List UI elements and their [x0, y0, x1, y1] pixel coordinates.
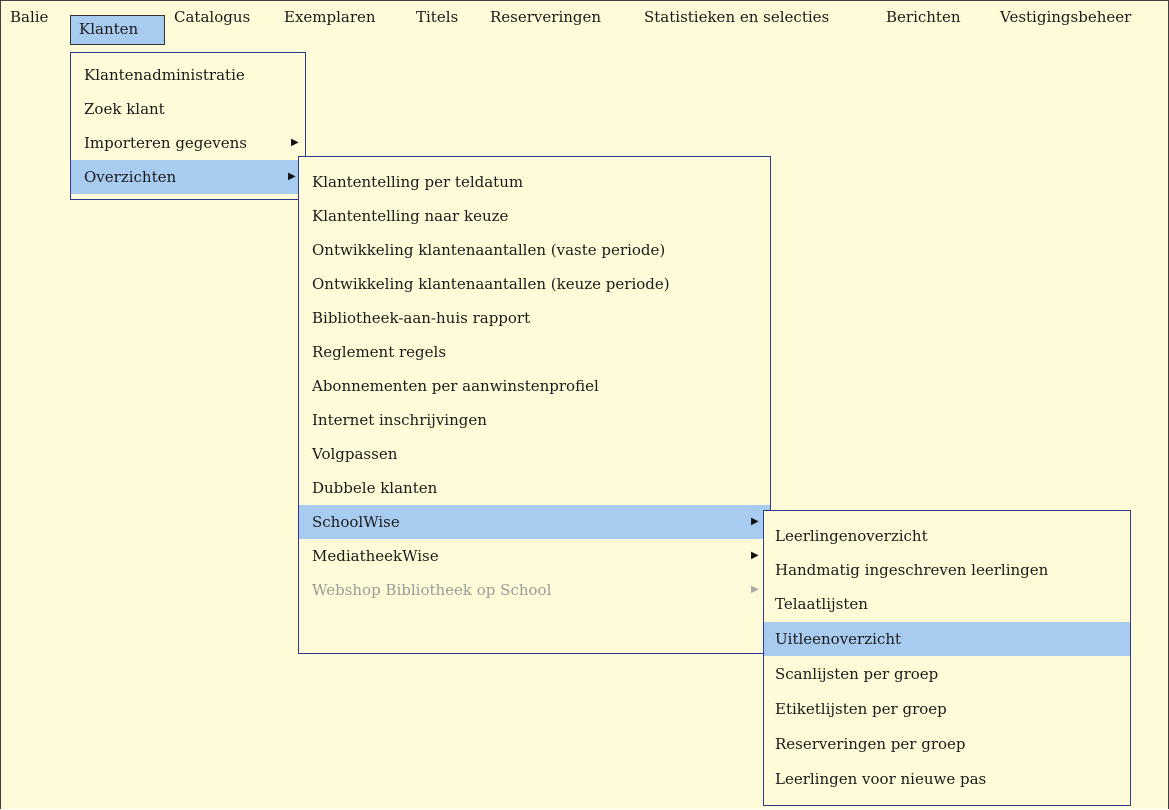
menu-item-label: Etiketlijsten per groep [775, 700, 947, 718]
klanten-dropdown: Klantenadministratie Zoek klant Importer… [70, 52, 306, 200]
menu-vestigingsbeheer[interactable]: Vestigingsbeheer [1000, 1, 1131, 35]
menu-statistieken[interactable]: Statistieken en selecties [644, 1, 829, 35]
menu-item-klantenadministratie[interactable]: Klantenadministratie [71, 58, 305, 92]
menu-item-label: Ontwikkeling klantenaantallen (vaste per… [312, 241, 666, 259]
menu-item-label: Uitleenoverzicht [775, 630, 902, 648]
menu-catalogus-label: Catalogus [174, 8, 251, 26]
menu-item-ontwikkeling-vaste[interactable]: Ontwikkeling klantenaantallen (vaste per… [299, 233, 770, 267]
menu-exemplaren[interactable]: Exemplaren [284, 1, 376, 35]
menu-exemplaren-label: Exemplaren [284, 8, 376, 26]
menu-item-etiketlijsten[interactable]: Etiketlijsten per groep [764, 692, 1130, 726]
menu-reserveringen-label: Reserveringen [490, 8, 602, 26]
menu-item-label: Klantentelling naar keuze [312, 207, 509, 225]
triangle-right-icon: ▶ [288, 171, 296, 182]
menu-item-label: Klantentelling per teldatum [312, 173, 524, 191]
menu-item-abonnementen[interactable]: Abonnementen per aanwinstenprofiel [299, 369, 770, 403]
menu-item-label: Scanlijsten per groep [775, 665, 939, 683]
menu-item-overzichten[interactable]: Overzichten ▶ [71, 160, 305, 194]
menu-item-label: SchoolWise [312, 513, 400, 531]
menu-item-bibliotheek-aan-huis[interactable]: Bibliotheek-aan-huis rapport [299, 301, 770, 335]
menu-klanten-label: Klanten [79, 20, 139, 38]
menu-statistieken-label: Statistieken en selecties [644, 8, 830, 26]
triangle-right-icon: ▶ [751, 584, 759, 595]
menu-item-zoek-klant[interactable]: Zoek klant [71, 92, 305, 126]
menu-balie[interactable]: Balie [10, 1, 48, 35]
menu-item-reserveringen-per-groep[interactable]: Reserveringen per groep [764, 727, 1130, 761]
triangle-right-icon: ▶ [291, 137, 299, 148]
overzichten-submenu: Klantentelling per teldatum Klantentelli… [298, 156, 771, 654]
menu-item-internet-inschrijvingen[interactable]: Internet inschrijvingen [299, 403, 770, 437]
menu-item-telaatlijsten[interactable]: Telaatlijsten [764, 587, 1130, 621]
menu-item-label: Dubbele klanten [312, 479, 438, 497]
menu-bar: Balie Klanten Catalogus Exemplaren Titel… [1, 1, 1168, 45]
menu-item-webshop: Webshop Bibliotheek op School ▶ [299, 573, 770, 607]
menu-item-importeren-gegevens[interactable]: Importeren gegevens ▶ [71, 126, 305, 160]
menu-item-scanlijsten[interactable]: Scanlijsten per groep [764, 657, 1130, 691]
menu-item-label: Klantenadministratie [84, 66, 245, 84]
menu-item-label: Handmatig ingeschreven leerlingen [775, 561, 1049, 579]
menu-titels[interactable]: Titels [416, 1, 458, 35]
menu-item-label: Internet inschrijvingen [312, 411, 487, 429]
menu-item-label: Ontwikkeling klantenaantallen (keuze per… [312, 275, 670, 293]
menu-item-label: Telaatlijsten [775, 595, 868, 613]
menu-item-volgpassen[interactable]: Volgpassen [299, 437, 770, 471]
menu-item-label: MediatheekWise [312, 547, 439, 565]
menu-titels-label: Titels [416, 8, 459, 26]
menu-item-label: Leerlingen voor nieuwe pas [775, 770, 987, 788]
menu-item-dubbele-klanten[interactable]: Dubbele klanten [299, 471, 770, 505]
menu-item-label: Reglement regels [312, 343, 447, 361]
menu-item-mediatheekwise[interactable]: MediatheekWise ▶ [299, 539, 770, 573]
menu-vestigingsbeheer-label: Vestigingsbeheer [1000, 8, 1132, 26]
menu-item-label: Leerlingenoverzicht [775, 527, 928, 545]
menu-reserveringen[interactable]: Reserveringen [490, 1, 601, 35]
menu-berichten[interactable]: Berichten [886, 1, 961, 35]
triangle-right-icon: ▶ [751, 516, 759, 527]
menu-item-uitleenoverzicht[interactable]: Uitleenoverzicht [764, 622, 1130, 656]
menu-item-label: Reserveringen per groep [775, 735, 966, 753]
menu-item-label: Abonnementen per aanwinstenprofiel [312, 377, 599, 395]
menu-balie-label: Balie [10, 8, 49, 26]
menu-item-reglement-regels[interactable]: Reglement regels [299, 335, 770, 369]
menu-item-klantentelling-teldatum[interactable]: Klantentelling per teldatum [299, 165, 770, 199]
menu-berichten-label: Berichten [886, 8, 961, 26]
menu-item-label: Overzichten [84, 168, 177, 186]
menu-item-leerlingenoverzicht[interactable]: Leerlingenoverzicht [764, 519, 1130, 553]
menu-catalogus[interactable]: Catalogus [174, 1, 250, 35]
schoolwise-submenu: Leerlingenoverzicht Handmatig ingeschrev… [763, 510, 1131, 806]
menu-item-label: Webshop Bibliotheek op School [312, 581, 552, 599]
menu-item-label: Zoek klant [84, 100, 165, 118]
application-window: Balie Klanten Catalogus Exemplaren Titel… [0, 0, 1169, 809]
triangle-right-icon: ▶ [751, 550, 759, 561]
menu-item-schoolwise[interactable]: SchoolWise ▶ [299, 505, 770, 539]
menu-item-klantentelling-keuze[interactable]: Klantentelling naar keuze [299, 199, 770, 233]
menu-item-label: Bibliotheek-aan-huis rapport [312, 309, 531, 327]
menu-klanten[interactable]: Klanten [70, 15, 165, 45]
menu-item-leerlingen-nieuwe-pas[interactable]: Leerlingen voor nieuwe pas [764, 762, 1130, 796]
menu-item-handmatig-ingeschreven[interactable]: Handmatig ingeschreven leerlingen [764, 553, 1130, 587]
menu-item-label: Importeren gegevens [84, 134, 248, 152]
menu-item-label: Volgpassen [312, 445, 398, 463]
menu-item-ontwikkeling-keuze[interactable]: Ontwikkeling klantenaantallen (keuze per… [299, 267, 770, 301]
